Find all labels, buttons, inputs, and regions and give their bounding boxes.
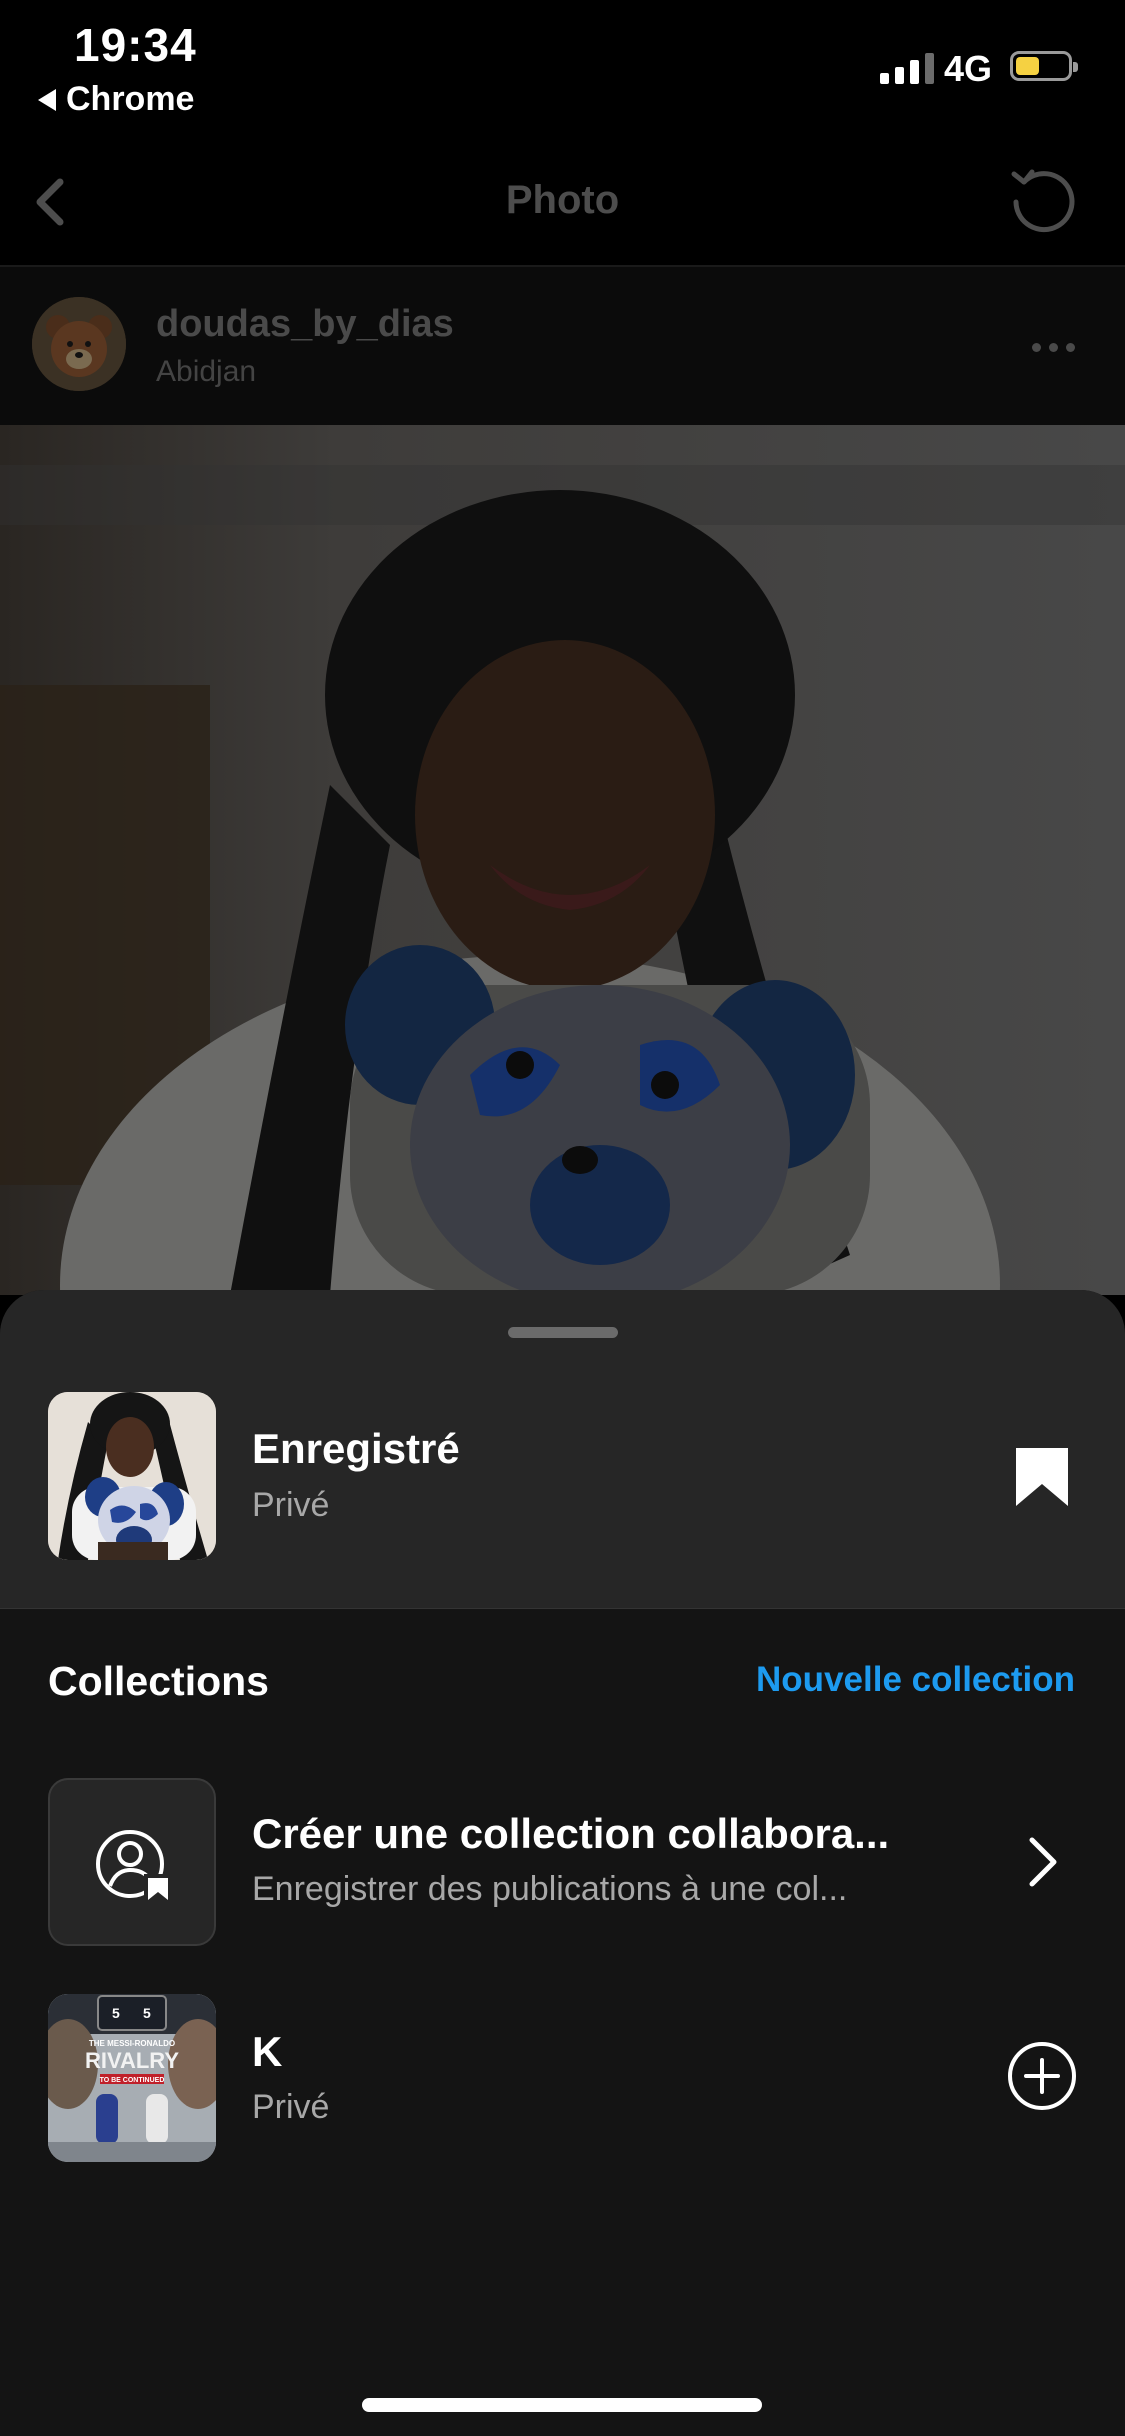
k-thumb-score-right: 5 [143,2005,151,2021]
post-header: doudas_by_dias Abidjan [0,267,1125,425]
saved-row[interactable]: Enregistré Privé [0,1290,1125,1609]
post-photo [0,425,1125,1295]
back-to-app-link[interactable]: Chrome [38,80,194,119]
saved-privacy: Privé [252,1486,330,1524]
k-thumb-banner: TO BE CONTINUED [100,2077,165,2084]
collection-k-title[interactable]: K [252,2028,282,2076]
battery-fill [1016,57,1039,75]
back-triangle-icon [38,88,56,111]
post-username[interactable]: doudas_by_dias [156,303,454,346]
bookmark-icon[interactable] [1014,1446,1070,1508]
post-location[interactable]: Abidjan [156,355,256,389]
saved-title: Enregistré [252,1425,460,1472]
collab-collection-subtitle: Enregistrer des publications à une col..… [252,1870,848,1908]
collection-k-privacy: Privé [252,2088,330,2126]
collab-collection-title[interactable]: Créer une collection collabora... [252,1810,972,1858]
home-indicator[interactable] [362,2398,762,2412]
k-thumb-caption: THE MESSI-RONALDO [89,2039,175,2048]
avatar[interactable] [32,297,126,391]
chevron-right-icon[interactable] [1022,1834,1062,1890]
battery-icon [1010,51,1078,81]
more-icon[interactable] [1032,343,1075,352]
saved-thumbnail [48,1392,216,1560]
status-bar: 19:34 Chrome 4G [0,0,1125,140]
collab-person-icon [96,1830,172,1902]
sheet-grabber[interactable] [508,1327,618,1338]
nav-title: Photo [505,178,620,222]
k-thumb-score-left: 5 [112,2005,120,2021]
collection-k-thumbnail[interactable]: 5 5 THE MESSI-RONALDO RIVALRY TO BE CONT… [48,1994,216,2162]
k-thumb-title: RIVALRY [85,2048,179,2073]
add-circle-icon[interactable] [1006,2040,1078,2112]
collab-collection-tile[interactable] [48,1778,216,1946]
cellular-signal-icon [880,52,934,84]
new-collection-button[interactable]: Nouvelle collection [756,1660,1075,1700]
save-sheet: Enregistré Privé Collections Nouvelle co… [0,1290,1125,2436]
network-type: 4G [944,48,993,89]
status-time: 19:34 [74,19,197,71]
back-app-label: Chrome [66,80,195,118]
nav-bar: Photo [0,140,1125,267]
refresh-icon[interactable] [1004,162,1080,238]
collections-heading: Collections [48,1658,269,1704]
